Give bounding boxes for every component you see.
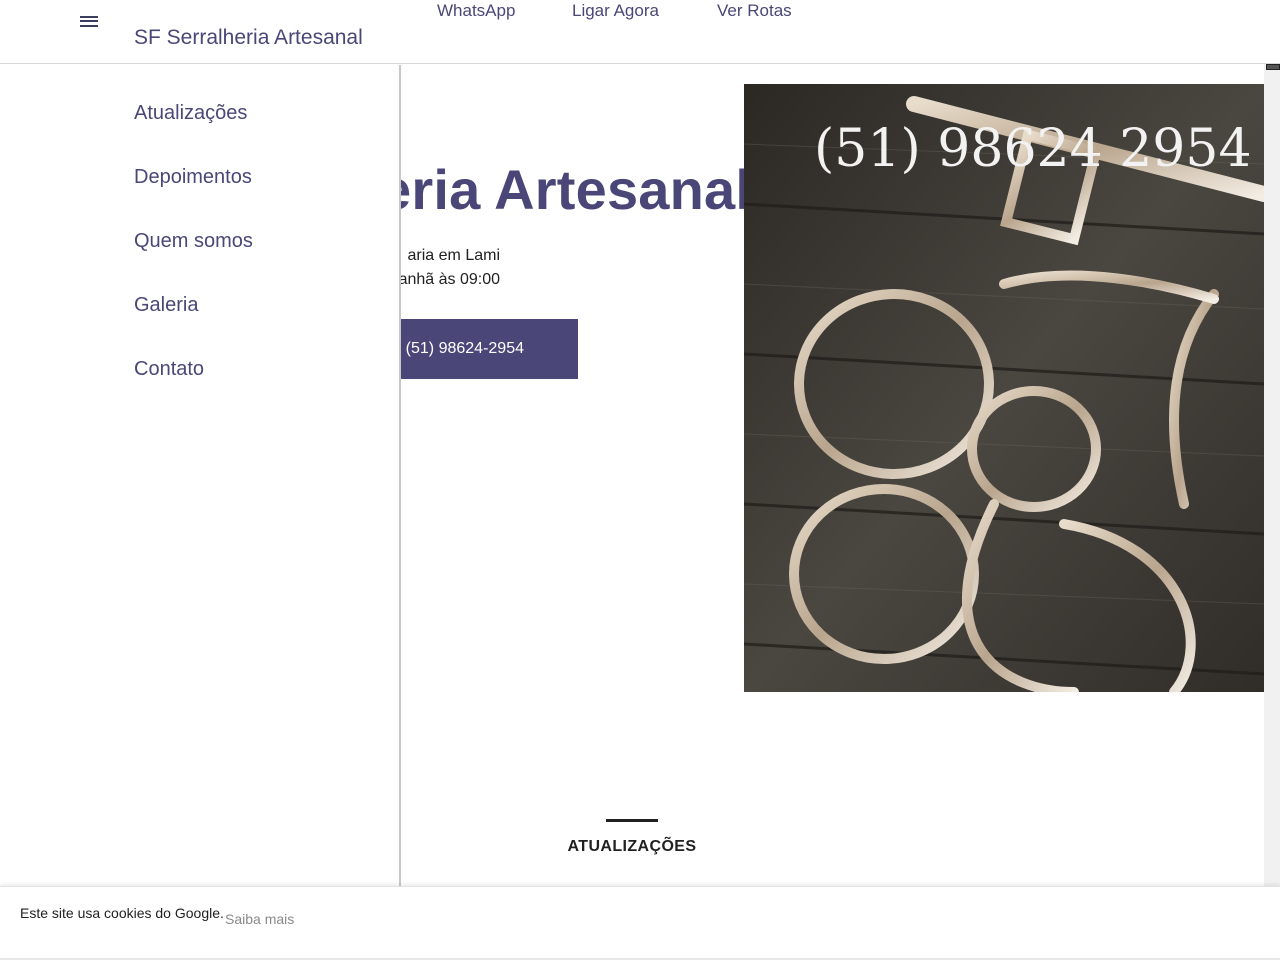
page-scrollbar[interactable] [1264,64,1280,886]
image-phone-overlay: (51) 98624 2954 [814,119,1252,179]
nav-call-now-link[interactable]: Ligar Agora [572,1,659,21]
top-app-bar: SF Serralheria Artesanal WhatsApp Ligar … [0,0,1280,64]
hamburger-menu-icon[interactable] [80,13,100,29]
hero-image-key: (51) 98624 2954 [744,84,1264,692]
nav-directions-link[interactable]: Ver Rotas [717,1,792,21]
section-title-updates: ATUALIZAÇÕES [567,838,697,855]
scrollbar-thumb[interactable] [1266,64,1280,70]
drawer-item-contact[interactable]: Contato [134,358,204,381]
cta-label: ↗ (51) 98624-2954 [387,340,524,357]
drawer-item-gallery[interactable]: Galeria [134,294,198,317]
section-divider [606,819,658,822]
drawer-item-updates[interactable]: Atualizações [134,102,247,125]
cookie-notice-bar: Este site usa cookies do Google. Saiba m… [0,886,1280,960]
navigation-drawer: Atualizações Depoimentos Quem somos Gale… [0,65,401,887]
hero-title: eria Artesanal [380,158,752,221]
site-title[interactable]: SF Serralheria Artesanal [134,26,363,50]
cookie-learn-more-link[interactable]: Saiba mais [225,911,294,927]
drawer-item-about[interactable]: Quem somos [134,230,253,253]
nav-whatsapp-link[interactable]: WhatsApp [437,1,515,21]
cookie-notice-text: Este site usa cookies do Google. [20,905,224,921]
drawer-item-testimonials[interactable]: Depoimentos [134,166,252,189]
antique-key-image: (51) 98624 2954 [744,84,1264,692]
